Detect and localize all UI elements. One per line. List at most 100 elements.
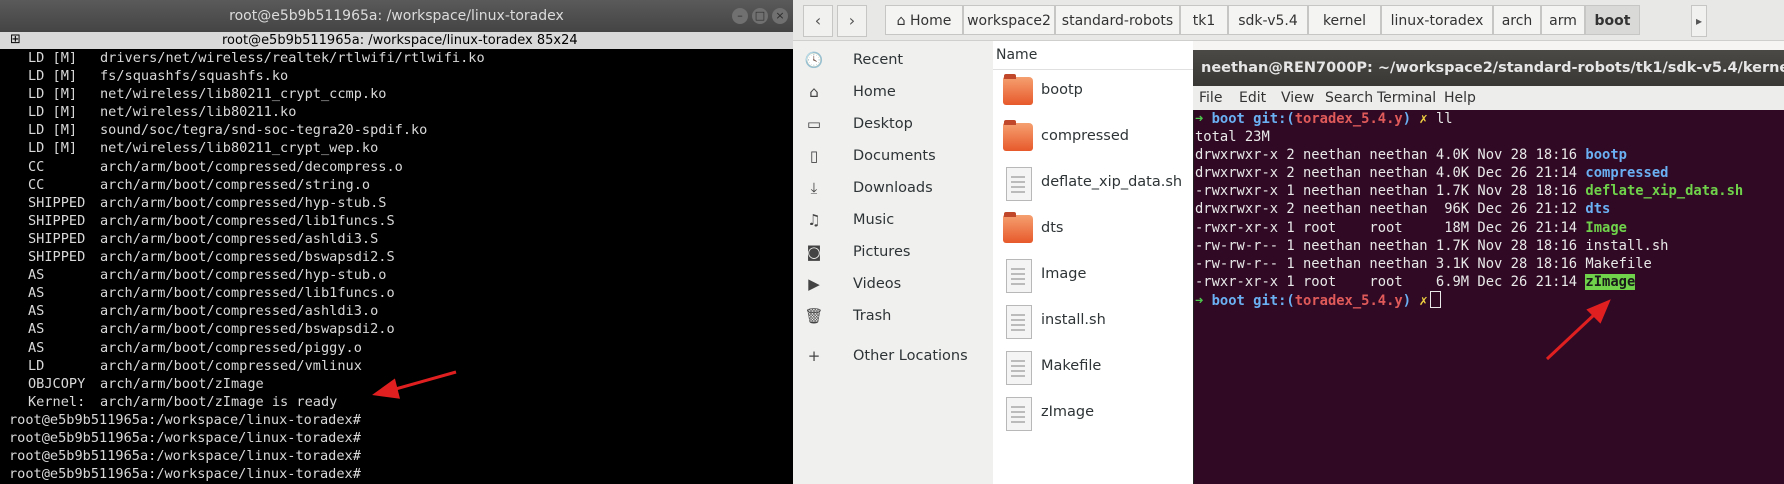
listing-total: total 23M: [1195, 129, 1270, 146]
sidebar-item-label: Pictures: [853, 244, 911, 260]
build-step-path: arch/arm/boot/compressed/lib1funcs.S: [100, 212, 395, 229]
breadcrumb-scroll-right-button[interactable]: ▸: [1691, 5, 1707, 37]
terminal-line: SHIPPED arch/arm/boot/compressed/bswapsdi…: [0, 248, 793, 266]
chevron-right-icon: ›: [848, 11, 856, 30]
breadcrumb-kernel[interactable]: kernel: [1308, 5, 1381, 35]
build-step-tag: SHIPPED: [28, 212, 86, 229]
name-column-header[interactable]: Name: [993, 41, 1193, 70]
build-step-path: arch/arm/boot/compressed/bswapsdi2.S: [100, 249, 395, 266]
build-step-tag: LD [M]: [28, 86, 78, 103]
sidebar-item-desktop[interactable]: ▭ Desktop: [800, 108, 990, 140]
listing-file-name: dts: [1585, 201, 1611, 218]
build-step-path: arch/arm/boot/zImage is ready: [100, 393, 338, 410]
breadcrumb-arm[interactable]: arm: [1541, 5, 1585, 35]
sidebar-item-recent[interactable]: 🕓 Recent: [800, 44, 990, 76]
menu-file[interactable]: File: [1199, 86, 1222, 110]
build-step-path: arch/arm/boot/compressed/lib1funcs.o: [100, 285, 395, 302]
build-step-tag: AS: [28, 303, 45, 320]
build-step-tag: LD [M]: [28, 68, 78, 85]
listing-file-name: Image: [1585, 219, 1627, 236]
sidebar-item-documents[interactable]: ▯ Documents: [800, 140, 990, 172]
terminal-line: SHIPPED arch/arm/boot/compressed/lib1func…: [0, 212, 793, 230]
breadcrumb-label: boot: [1594, 13, 1631, 29]
breadcrumb-arch[interactable]: arch: [1493, 5, 1541, 35]
file-name: bootp: [1041, 82, 1083, 98]
terminal-menu-icon[interactable]: ⊞: [10, 33, 24, 47]
breadcrumb-linux-toradex[interactable]: linux-toradex: [1381, 5, 1493, 35]
file-row[interactable]: Makefile: [1003, 345, 1193, 391]
listing-file-name: bootp: [1585, 147, 1627, 164]
terminal-line: OBJCOPY arch/arm/boot/zImage: [0, 375, 793, 393]
home-icon: ⌂: [809, 83, 819, 101]
file-row[interactable]: deflate_xip_data.sh: [1003, 161, 1193, 207]
file-name: compressed: [1041, 128, 1129, 144]
typed-command: ll: [1435, 111, 1453, 127]
file-row[interactable]: compressed: [1003, 115, 1193, 161]
breadcrumb-workspace2[interactable]: workspace2: [963, 5, 1055, 35]
terminal-line: LD [M] drivers/net/wireless/realtek/rtlwi…: [0, 49, 793, 67]
shell-prompt: root@e5b9b511965a:/workspace/linux-torad…: [9, 429, 361, 446]
build-step-path: fs/squashfs/squashfs.ko: [100, 68, 289, 85]
listing-file-name: zImage: [1585, 273, 1636, 290]
build-step-tag: CC: [28, 158, 45, 175]
menu-search[interactable]: Search: [1325, 86, 1373, 110]
menu-view[interactable]: View: [1281, 86, 1314, 110]
breadcrumb-boot[interactable]: boot: [1585, 5, 1640, 35]
close-icon[interactable]: ×: [772, 8, 788, 24]
listing-row: drwxrwxr-x 2 neethan neethan 4.0K Nov 28…: [1193, 146, 1784, 164]
forward-button[interactable]: ›: [837, 5, 867, 37]
breadcrumb-home[interactable]: ⌂ Home: [885, 5, 963, 35]
sidebar-item-label: Other Locations: [853, 348, 968, 364]
terminal-line: SHIPPED arch/arm/boot/compressed/hyp-stub…: [0, 194, 793, 212]
music-icon: ♫: [807, 211, 821, 229]
file-row[interactable]: dts: [1003, 207, 1193, 253]
listing-file-name: Makefile: [1585, 255, 1652, 272]
build-step-path: arch/arm/boot/compressed/hyp-stub.o: [100, 267, 387, 284]
menu-edit[interactable]: Edit: [1239, 86, 1266, 110]
build-step-tag: OBJCOPY: [28, 375, 86, 392]
terminal-line: AS arch/arm/boot/compressed/ashldi3.o: [0, 302, 793, 320]
breadcrumb-standard-robots[interactable]: standard-robots: [1055, 5, 1180, 35]
terminal-line: LD [M] net/wireless/lib80211.ko: [0, 103, 793, 121]
file-row[interactable]: Image: [1003, 253, 1193, 299]
sidebar-item-pictures[interactable]: ◙ Pictures: [800, 236, 990, 268]
menu-terminal[interactable]: Terminal: [1377, 86, 1436, 110]
sidebar-item-other-locations[interactable]: + Other Locations: [800, 340, 990, 372]
xterm-window-title: root@e5b9b511965a: /workspace/linux-tora…: [229, 8, 564, 24]
build-step-path: arch/arm/boot/compressed/vmlinux: [100, 357, 362, 374]
gnome-terminal-output[interactable]: ➜ boot git:(toradex_5.4.y) ✗ ll total 23M…: [1193, 110, 1784, 309]
maximize-icon[interactable]: □: [752, 8, 768, 24]
gnome-terminal-titlebar[interactable]: neethan@REN7000P: ~/workspace2/standard-…: [1193, 50, 1784, 86]
terminal-line: LD [M] net/wireless/lib80211_crypt_wep.ko: [0, 139, 793, 157]
file-row[interactable]: install.sh: [1003, 299, 1193, 345]
file-icon: [1006, 351, 1032, 385]
xterm-titlebar[interactable]: root@e5b9b511965a: /workspace/linux-tora…: [0, 0, 793, 32]
sidebar-item-downloads[interactable]: ⤓ Downloads: [800, 172, 990, 204]
file-row[interactable]: zImage: [1003, 391, 1193, 437]
menu-help[interactable]: Help: [1444, 86, 1476, 110]
breadcrumb-sdk-v5.4[interactable]: sdk-v5.4: [1228, 5, 1308, 35]
build-step-path: arch/arm/boot/zImage: [100, 375, 264, 392]
back-button[interactable]: ‹: [803, 5, 833, 37]
file-metadata: -rw-rw-r-- 1 neethan neethan 3.1K Nov 28…: [1195, 255, 1586, 272]
breadcrumb-tk1[interactable]: tk1: [1180, 5, 1228, 35]
file-row[interactable]: bootp: [1003, 69, 1193, 115]
desktop-folder-icon: ▭: [806, 115, 822, 133]
breadcrumb-label: kernel: [1322, 13, 1367, 29]
build-step-path: arch/arm/boot/compressed/decompress.o: [100, 158, 403, 175]
chevron-left-icon: ‹: [814, 11, 822, 30]
trash-icon: 🗑: [804, 307, 824, 325]
plus-icon: +: [807, 347, 821, 365]
sidebar-item-trash[interactable]: 🗑 Trash: [800, 300, 990, 332]
xterm-output[interactable]: LD [M] drivers/net/wireless/realtek/rtlwi…: [0, 49, 793, 483]
build-step-tag: LD: [28, 357, 45, 374]
sidebar-item-music[interactable]: ♫ Music: [800, 204, 990, 236]
sidebar-item-home[interactable]: ⌂ Home: [800, 76, 990, 108]
breadcrumb-label: sdk-v5.4: [1238, 13, 1298, 29]
sidebar-item-label: Downloads: [853, 180, 933, 196]
sidebar-item-videos[interactable]: ▶ Videos: [800, 268, 990, 300]
sidebar-item-label: Desktop: [853, 116, 913, 132]
minimize-icon[interactable]: –: [732, 8, 748, 24]
